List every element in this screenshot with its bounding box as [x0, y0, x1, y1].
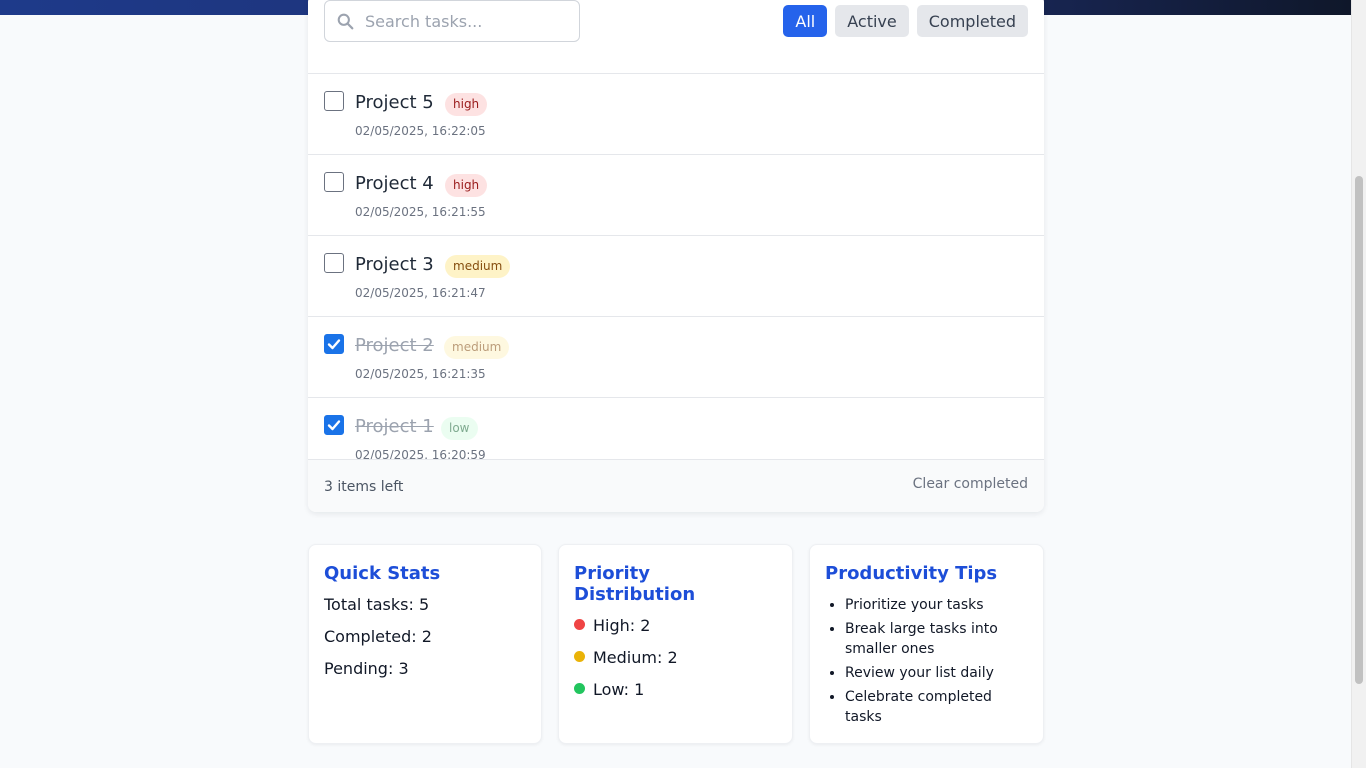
checkmark-icon	[327, 420, 341, 431]
low-priority-label: Low: 1	[593, 680, 645, 699]
task-row: Project 4 high 02/05/2025, 16:21:55	[308, 155, 1044, 236]
task-row: Project 3 medium 02/05/2025, 16:21:47	[308, 236, 1044, 317]
task-timestamp: 02/05/2025, 16:21:47	[355, 286, 486, 300]
search-input[interactable]	[365, 1, 570, 41]
task-list: Project 5 high 02/05/2025, 16:22:05 Proj…	[308, 74, 1044, 459]
task-title: Project 4	[355, 173, 434, 194]
task-title: Project 1	[355, 416, 434, 437]
task-row: Project 1 low 02/05/2025, 16:20:59	[308, 398, 1044, 459]
priority-badge: high	[445, 174, 488, 197]
task-timestamp: 02/05/2025, 16:22:05	[355, 124, 486, 138]
priority-badge: medium	[444, 336, 510, 359]
task-timestamp: 02/05/2025, 16:21:35	[355, 367, 486, 381]
low-priority-stat: Low: 1	[574, 680, 777, 712]
tip-item: Prioritize your tasks	[845, 595, 1028, 615]
task-checkbox[interactable]	[324, 172, 344, 192]
page-scrollbar[interactable]	[1351, 0, 1366, 768]
filter-all-button[interactable]: All	[783, 5, 828, 37]
tip-item: Break large tasks into smaller ones	[845, 619, 1028, 659]
task-checkbox[interactable]	[324, 334, 344, 354]
priority-badge: high	[445, 93, 488, 116]
task-title: Project 5	[355, 92, 434, 113]
task-timestamp: 02/05/2025, 16:21:55	[355, 205, 486, 219]
clear-completed-button[interactable]: Clear completed	[913, 476, 1028, 492]
task-row: Project 2 medium 02/05/2025, 16:21:35	[308, 317, 1044, 398]
todo-card: All Active Completed Project 5 high 02/0…	[308, 0, 1044, 512]
scrollbar-thumb[interactable]	[1355, 176, 1363, 684]
medium-priority-stat: Medium: 2	[574, 648, 777, 680]
total-tasks-stat: Total tasks: 5	[324, 595, 430, 614]
high-priority-dot-icon	[574, 619, 585, 630]
search-box	[324, 0, 580, 42]
priority-distribution-title: Priority Distribution	[574, 563, 696, 605]
high-priority-stat: High: 2	[574, 616, 777, 648]
items-left-count: 3 items left	[324, 479, 404, 495]
low-priority-dot-icon	[574, 683, 585, 694]
tips-list: Prioritize your tasks Break large tasks …	[825, 595, 1028, 727]
tip-item: Review your list daily	[845, 663, 1028, 683]
filter-group: All Active Completed	[783, 5, 1028, 37]
task-footer: 3 items left Clear completed	[308, 459, 1044, 512]
task-title: Project 2	[355, 335, 434, 356]
productivity-tips-card: Productivity Tips Prioritize your tasks …	[809, 544, 1044, 744]
quick-stats-title: Quick Stats	[324, 563, 441, 584]
medium-priority-label: Medium: 2	[593, 648, 678, 667]
priority-badge: low	[441, 417, 478, 440]
task-title: Project 3	[355, 254, 434, 275]
medium-priority-dot-icon	[574, 651, 585, 662]
high-priority-label: High: 2	[593, 616, 651, 635]
search-icon	[337, 13, 354, 30]
task-checkbox[interactable]	[324, 415, 344, 435]
task-checkbox[interactable]	[324, 91, 344, 111]
productivity-tips-title: Productivity Tips	[825, 563, 998, 584]
task-row: Project 5 high 02/05/2025, 16:22:05	[308, 74, 1044, 155]
task-checkbox[interactable]	[324, 253, 344, 273]
task-timestamp: 02/05/2025, 16:20:59	[355, 448, 486, 459]
priority-badge: medium	[445, 255, 511, 278]
pending-tasks-stat: Pending: 3	[324, 659, 409, 678]
task-controls: All Active Completed	[308, 0, 1044, 74]
checkmark-icon	[327, 339, 341, 350]
filter-active-button[interactable]: Active	[835, 5, 909, 37]
priority-distribution-card: Priority Distribution High: 2 Medium: 2 …	[558, 544, 793, 744]
completed-tasks-stat: Completed: 2	[324, 627, 432, 646]
tip-item: Celebrate completed tasks	[845, 687, 1028, 727]
filter-completed-button[interactable]: Completed	[916, 5, 1028, 37]
quick-stats-card: Quick Stats Total tasks: 5 Completed: 2 …	[308, 544, 542, 744]
